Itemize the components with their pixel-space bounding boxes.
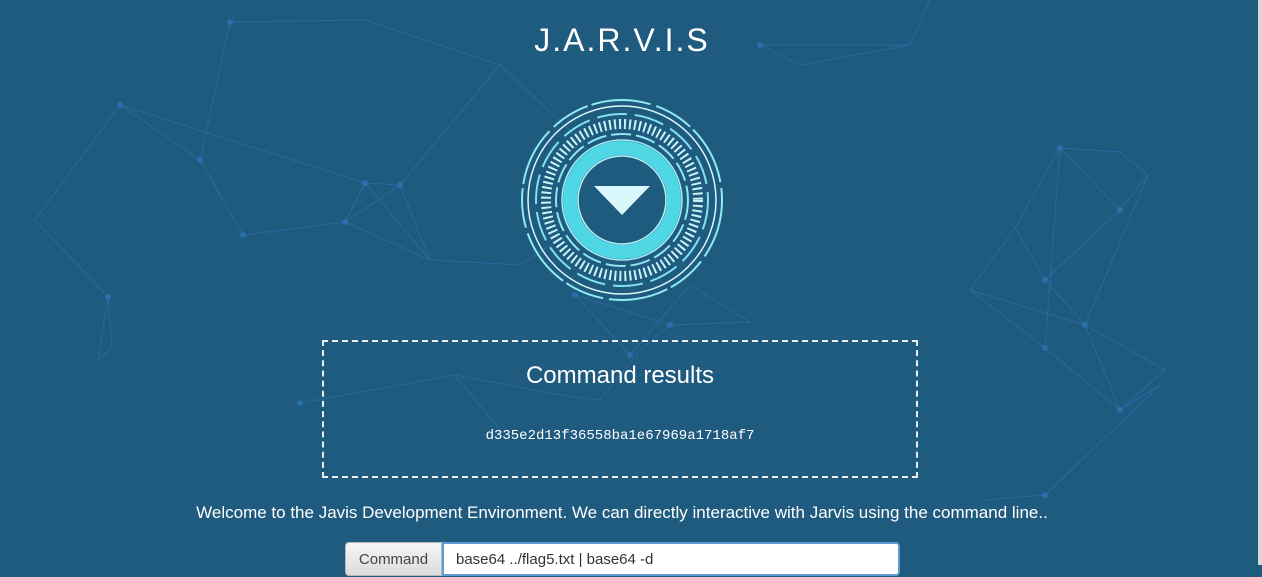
command-label: Command [345, 542, 442, 576]
command-bar: Command [345, 542, 901, 576]
command-input[interactable] [442, 542, 900, 576]
welcome-text: Welcome to the Javis Development Environ… [196, 503, 1048, 522]
app-title: J.A.R.V.I.S [534, 22, 710, 58]
command-results-panel: Command results d335e2d13f36558ba1e67969… [322, 340, 918, 478]
arc-reactor-icon [521, 99, 723, 301]
page-scrollbar[interactable] [1258, 0, 1262, 565]
results-heading: Command results [525, 362, 715, 389]
results-output: d335e2d13f36558ba1e67969a1718af7 [485, 428, 755, 444]
